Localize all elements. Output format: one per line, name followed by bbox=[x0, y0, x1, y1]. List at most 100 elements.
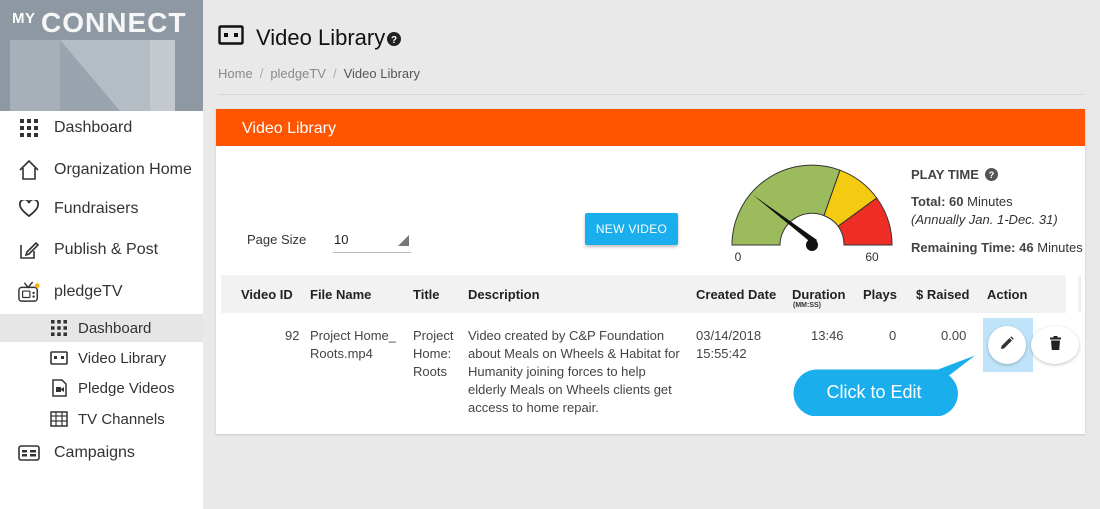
col-description[interactable]: Description bbox=[468, 287, 540, 302]
header-divider bbox=[218, 94, 1084, 95]
col-video-id[interactable]: Video ID bbox=[241, 287, 293, 302]
logo-connect: CONNECT bbox=[41, 7, 187, 38]
breadcrumb: Home / pledgeTV / Video Library bbox=[218, 66, 420, 81]
play-time-title: PLAY TIME bbox=[911, 167, 979, 182]
sidebar-item-label: Campaigns bbox=[54, 444, 135, 461]
col-duration[interactable]: Duration bbox=[792, 287, 845, 302]
play-time-info: PLAY TIME ? Total: 60 Minutes (Annually … bbox=[911, 167, 1083, 255]
video-library-icon bbox=[50, 349, 68, 367]
col-plays[interactable]: Plays bbox=[863, 287, 897, 302]
cell-video-id: 92 bbox=[285, 328, 300, 343]
sidebar: MY CONNECT Dashboard Organization Home F… bbox=[0, 0, 203, 509]
play-time-total: Total: 60 Minutes bbox=[911, 194, 1083, 209]
svg-text:?: ? bbox=[989, 170, 995, 180]
sidebar-item-pledgetv[interactable]: pledgeTV bbox=[0, 274, 203, 310]
breadcrumb-pledgetv[interactable]: pledgeTV bbox=[270, 66, 326, 81]
col-action: Action bbox=[987, 287, 1028, 302]
new-video-button[interactable]: NEW VIDEO bbox=[585, 213, 678, 245]
cell-title-line: Home: bbox=[413, 346, 452, 361]
breadcrumb-separator: / bbox=[259, 66, 264, 81]
sidebar-item-fundraisers[interactable]: Fundraisers bbox=[0, 191, 203, 227]
play-time-gauge: 0 60 bbox=[731, 164, 893, 264]
tv-icon bbox=[18, 281, 40, 303]
sidebar-item-campaigns[interactable]: Campaigns bbox=[0, 435, 203, 471]
col-created-date[interactable]: Created Date bbox=[696, 287, 776, 302]
gauge-max-label: 60 bbox=[865, 250, 879, 264]
play-time-remaining: Remaining Time: 46 Minutes bbox=[911, 240, 1083, 255]
table-header: Video ID File Name Title Description Cre… bbox=[221, 275, 1066, 313]
cell-created-date: 03/14/2018 bbox=[696, 328, 762, 343]
sidebar-subitem-video-library[interactable]: Video Library bbox=[0, 344, 203, 372]
cell-duration: 13:46 bbox=[811, 328, 844, 343]
edit-button-circle[interactable] bbox=[988, 326, 1026, 364]
cell-file-name-line: Project Home_ bbox=[310, 328, 396, 343]
remaining-label: Remaining Time: bbox=[911, 240, 1016, 255]
cell-description-line: elderly Meals on Wheels clients get bbox=[468, 382, 672, 397]
help-icon[interactable]: ? bbox=[387, 32, 402, 51]
cell-title-line: Project bbox=[413, 328, 454, 343]
sidebar-item-organization-home[interactable]: Organization Home bbox=[0, 152, 203, 188]
col-file-name[interactable]: File Name bbox=[310, 287, 371, 302]
panel-header: Video Library bbox=[216, 109, 1085, 146]
pencil-icon bbox=[1000, 335, 1014, 355]
sidebar-item-label: Dashboard bbox=[54, 119, 133, 136]
grid-icon bbox=[18, 117, 40, 139]
sidebar-subitem-label: Video Library bbox=[78, 349, 167, 367]
cell-plays: 0 bbox=[889, 328, 897, 343]
page-title: Video Library bbox=[256, 24, 386, 50]
gauge-min-label: 0 bbox=[735, 250, 742, 264]
home-icon bbox=[18, 159, 40, 181]
sidebar-item-label: Fundraisers bbox=[54, 200, 139, 217]
id-card-icon bbox=[18, 442, 40, 464]
cell-raised: 0.00 bbox=[941, 328, 967, 343]
video-file-icon bbox=[50, 379, 68, 397]
help-icon[interactable]: ? bbox=[984, 168, 998, 181]
play-time-heading: PLAY TIME ? bbox=[911, 167, 1083, 182]
cell-created-time: 15:55:42 bbox=[696, 346, 747, 361]
cell-description-line: Humanity joining forces to help bbox=[468, 364, 646, 379]
svg-text:?: ? bbox=[391, 35, 397, 46]
cell-description-line: about Meals on Wheels & Habitat for bbox=[468, 346, 680, 361]
sidebar-item-dashboard[interactable]: Dashboard bbox=[0, 110, 203, 146]
breadcrumb-separator: / bbox=[332, 66, 337, 81]
breadcrumb-home[interactable]: Home bbox=[218, 66, 253, 81]
scrollbar[interactable] bbox=[1078, 276, 1081, 312]
grid-icon bbox=[50, 319, 68, 337]
remaining-unit: Minutes bbox=[1037, 240, 1083, 255]
cell-description-line: Video created by C&P Foundation bbox=[468, 328, 665, 343]
delete-button[interactable] bbox=[1031, 326, 1079, 364]
logo-my: MY bbox=[12, 10, 36, 27]
tv-channels-icon bbox=[50, 410, 68, 428]
col-duration-unit: (MM:SS) bbox=[793, 302, 821, 309]
total-value: 60 bbox=[949, 194, 964, 209]
edit-icon bbox=[18, 239, 40, 261]
sidebar-item-label: Organization Home bbox=[54, 161, 192, 178]
panel-title: Video Library bbox=[242, 120, 336, 137]
play-time-period: (Annually Jan. 1-Dec. 31) bbox=[911, 212, 1058, 227]
sidebar-subitem-label: TV Channels bbox=[78, 410, 165, 428]
page-header: Video Library ? bbox=[218, 24, 402, 51]
total-label: Total: bbox=[911, 194, 946, 209]
video-library-icon bbox=[218, 25, 244, 50]
sidebar-subitem-dashboard[interactable]: Dashboard bbox=[0, 314, 203, 342]
sidebar-subitem-pledge-videos[interactable]: Pledge Videos bbox=[0, 374, 203, 402]
trash-icon bbox=[1049, 335, 1061, 355]
heart-icon bbox=[18, 198, 40, 220]
cell-file-name-line: Roots.mp4 bbox=[310, 346, 373, 361]
breadcrumb-current: Video Library bbox=[343, 66, 420, 81]
sidebar-item-publish-post[interactable]: Publish & Post bbox=[0, 232, 203, 268]
callout-text: Click to Edit bbox=[826, 382, 922, 402]
remaining-value: 46 bbox=[1019, 240, 1034, 255]
cell-title-line: Roots bbox=[413, 364, 447, 379]
col-raised[interactable]: $ Raised bbox=[916, 287, 969, 302]
sidebar-subitem-label: Dashboard bbox=[78, 319, 152, 337]
sidebar-subitem-label: Pledge Videos bbox=[78, 379, 175, 397]
total-unit: Minutes bbox=[967, 194, 1013, 209]
logo[interactable]: MY CONNECT bbox=[0, 0, 203, 111]
sidebar-item-label: pledgeTV bbox=[54, 283, 123, 300]
col-title[interactable]: Title bbox=[413, 287, 440, 302]
page-size-select[interactable]: 10 bbox=[333, 225, 411, 253]
edit-button[interactable] bbox=[983, 318, 1033, 372]
sidebar-subitem-tv-channels[interactable]: TV Channels bbox=[0, 405, 203, 433]
dropdown-arrow-icon bbox=[398, 235, 409, 246]
